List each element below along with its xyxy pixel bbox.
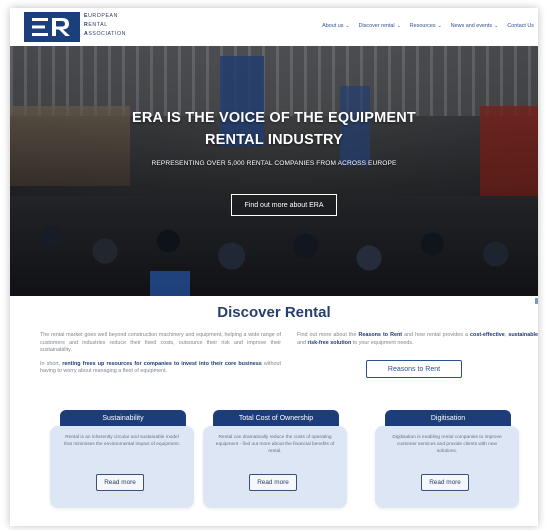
reasons-to-rent-button[interactable]: Reasons to Rent (366, 360, 462, 378)
nav-item-label: Contact Us (507, 23, 534, 29)
page-frame: EUROPEAN RENTAL ASSOCIATION About us ⌄ D… (10, 8, 538, 526)
card-digitisation: Digitisation is enabling rental companie… (375, 410, 519, 508)
hero-subtitle: REPRESENTING OVER 5,000 RENTAL COMPANIES… (151, 160, 397, 167)
reasons-text-part: and how rental provides a (402, 332, 471, 338)
main-nav: About us ⌄ Discover rental ⌄ Resources ⌄… (322, 23, 534, 29)
hero-title-line-1: ERA IS THE VOICE OF THE EQUIPMENT (131, 110, 416, 126)
card-text: Digitisation is enabling rental companie… (392, 435, 502, 454)
chevron-down-icon: ⌄ (437, 23, 442, 29)
read-more-button[interactable]: Read more (249, 474, 297, 491)
nav-item-label: Discover rental (358, 23, 395, 29)
chevron-down-icon: ⌄ (494, 23, 499, 29)
hero-section: ERA IS THE VOICE OF THE EQUIPMENT RENTAL… (10, 46, 538, 296)
reasons-text-part: and (297, 339, 308, 346)
association-name: EUROPEAN RENTAL ASSOCIATION (84, 12, 126, 39)
nav-item-resources[interactable]: Resources ⌄ (410, 23, 442, 29)
sustainable-emphasis: sustainable (508, 332, 538, 338)
section-title: Discover Rental (217, 304, 331, 321)
card-text: Rental can dramatically reduce the costs… (215, 435, 335, 454)
nav-item-contact-us[interactable]: Contact Us (507, 23, 534, 29)
nav-item-label: About us (322, 23, 344, 29)
cost-effective-emphasis: cost-effective (470, 332, 505, 338)
read-more-button[interactable]: Read more (96, 474, 144, 491)
reasons-intro-text: Find out more about the Reasons to Rent … (297, 332, 538, 347)
card-sustainability: Rental is an inherently circular and sus… (50, 410, 194, 508)
nav-item-label: Resources (409, 23, 436, 29)
association-name-line-1: EUROPEAN (84, 13, 118, 19)
association-name-line-3: ASSOCIATION (84, 31, 126, 37)
chevron-down-icon: ⌄ (345, 23, 350, 29)
summary-paragraph: In short, renting frees up resources for… (40, 361, 281, 376)
era-logo-icon (32, 18, 70, 36)
card-title: Total Cost of Ownership (213, 410, 339, 426)
card-title: Digitisation (385, 410, 511, 426)
nav-item-label: News and events (450, 23, 493, 29)
reasons-text-part: to your equipment needs. (351, 339, 414, 346)
nav-item-news-and-events[interactable]: News and events ⌄ (451, 23, 499, 29)
chevron-down-icon: ⌄ (396, 23, 401, 29)
reasons-text-part: Find out more about the (297, 332, 359, 338)
reasons-to-rent-emphasis: Reasons to Rent (358, 332, 403, 338)
card-total-cost-of-ownership: Rental can dramatically reduce the costs… (203, 410, 347, 508)
card-title: Sustainability (60, 410, 186, 426)
card-body: Rental can dramatically reduce the costs… (203, 426, 347, 508)
nav-item-about-us[interactable]: About us ⌄ (322, 23, 349, 29)
card-body: Rental is an inherently circular and sus… (50, 426, 194, 508)
discover-intro-text: The rental market goes well beyond const… (40, 332, 281, 382)
hero-title-line-2: RENTAL INDUSTRY (204, 132, 344, 148)
site-header: EUROPEAN RENTAL ASSOCIATION About us ⌄ D… (10, 8, 538, 46)
card-body: Digitisation is enabling rental companie… (375, 426, 519, 508)
nav-item-discover-rental[interactable]: Discover rental ⌄ (359, 23, 401, 29)
hero-overlay (10, 46, 538, 296)
find-out-more-button[interactable]: Find out more about ERA (231, 194, 337, 216)
risk-free-emphasis: risk-free solution (307, 339, 352, 346)
summary-emphasis: renting frees up resources for companies… (62, 360, 262, 367)
intro-paragraph: The rental market goes well beyond const… (40, 332, 281, 354)
association-name-line-2: RENTAL (84, 22, 108, 28)
read-more-button[interactable]: Read more (421, 474, 469, 491)
summary-prefix: In short, (40, 360, 63, 367)
era-logo[interactable] (24, 12, 80, 42)
card-text: Rental is an inherently circular and sus… (64, 435, 180, 447)
hero-title: ERA IS THE VOICE OF THE EQUIPMENT RENTAL… (10, 107, 538, 151)
